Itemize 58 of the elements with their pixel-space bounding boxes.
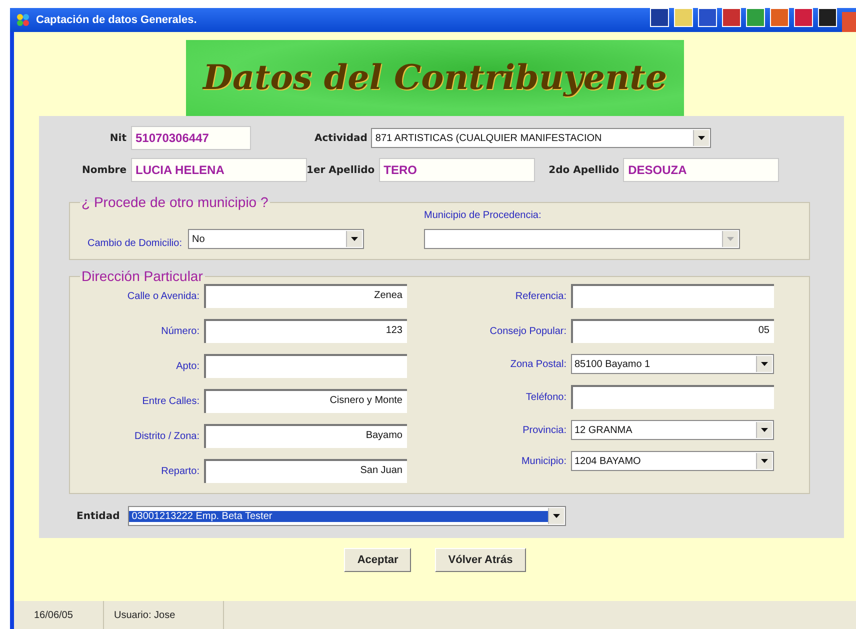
- field-label: Nombre: [80, 164, 128, 176]
- caret-icon: [693, 130, 710, 146]
- activity-dropdown[interactable]: 871 ARTISTICAS (CUALQUIER MANIFESTACION: [371, 128, 712, 148]
- caret-icon: [756, 422, 772, 438]
- input-field[interactable]: 123: [204, 319, 406, 343]
- input-field[interactable]: Cisnero y Monte: [204, 389, 406, 413]
- status-text: Usuario: Jose: [104, 601, 224, 629]
- input-field[interactable]: Zenea: [204, 284, 406, 308]
- field-label: Actividad: [314, 132, 368, 144]
- caret-icon: [722, 231, 738, 247]
- field-label: Distrito / Zona:: [133, 430, 200, 442]
- field-label: Apto:: [175, 360, 200, 372]
- field-label: 1er Apellido: [306, 164, 376, 176]
- input-field[interactable]: San Juan: [204, 459, 406, 483]
- window-title: Captación de datos Generales.: [36, 14, 197, 26]
- input-field[interactable]: TERO: [378, 158, 535, 182]
- back-button[interactable]: Vólver Atrás: [435, 548, 526, 572]
- field-label: Consejo Popular:: [488, 326, 566, 336]
- section-title: ¿ Procede de otro municipio ?: [80, 194, 270, 210]
- input-field[interactable]: 51070306447: [130, 126, 250, 150]
- toolbar-icon[interactable]: [698, 8, 717, 27]
- field-label: Municipio:: [520, 456, 566, 466]
- dropdown[interactable]: 12 GRANMA: [570, 420, 774, 440]
- dropdown[interactable]: 85100 Bayamo 1: [570, 354, 774, 374]
- input-field[interactable]: Bayamo: [204, 424, 406, 448]
- input-field[interactable]: [570, 385, 774, 409]
- field-label: Cambio de Domicilio:: [88, 238, 182, 249]
- status-text: 16/06/05: [14, 601, 104, 629]
- banner-title: Datos del Contribuyente: [203, 58, 667, 98]
- field-label: Número:: [160, 326, 200, 336]
- input-field[interactable]: DESOUZA: [623, 158, 780, 182]
- field-label: 2do Apellido: [548, 164, 620, 176]
- accept-button[interactable]: Aceptar: [344, 548, 412, 572]
- field-label: Reparto:: [160, 466, 200, 476]
- toolbar-icon[interactable]: [818, 8, 837, 27]
- caret-icon: [756, 356, 772, 372]
- input-field[interactable]: LUCIA HELENA: [130, 158, 306, 182]
- field-label: Entre Calles:: [141, 396, 200, 406]
- dropdown[interactable]: No: [188, 229, 364, 249]
- field-label: Zona Postal:: [509, 358, 566, 370]
- section-title: Dirección Particular: [80, 268, 204, 284]
- field-label: Provincia:: [522, 424, 566, 436]
- field-label: Entidad: [76, 510, 121, 522]
- caret-icon: [548, 508, 564, 524]
- field-label: Referencia:: [514, 290, 566, 302]
- field-label: Nit: [108, 132, 128, 144]
- caret-icon: [756, 453, 772, 469]
- input-field[interactable]: 05: [570, 319, 774, 343]
- input-field[interactable]: [570, 284, 774, 308]
- caret-icon: [346, 231, 362, 247]
- field-label: Municipio de Procedencia:: [424, 210, 542, 221]
- field-label: Teléfono:: [524, 392, 566, 402]
- toolbar-icon[interactable]: [650, 8, 669, 27]
- entity-dropdown[interactable]: 03001213222 Emp. Beta Tester: [128, 506, 566, 526]
- pinwheel-icon: [16, 13, 30, 27]
- dropdown[interactable]: 1204 BAYAMO: [570, 451, 774, 471]
- input-field[interactable]: [204, 354, 406, 378]
- field-label: Calle o Avenida:: [126, 290, 200, 302]
